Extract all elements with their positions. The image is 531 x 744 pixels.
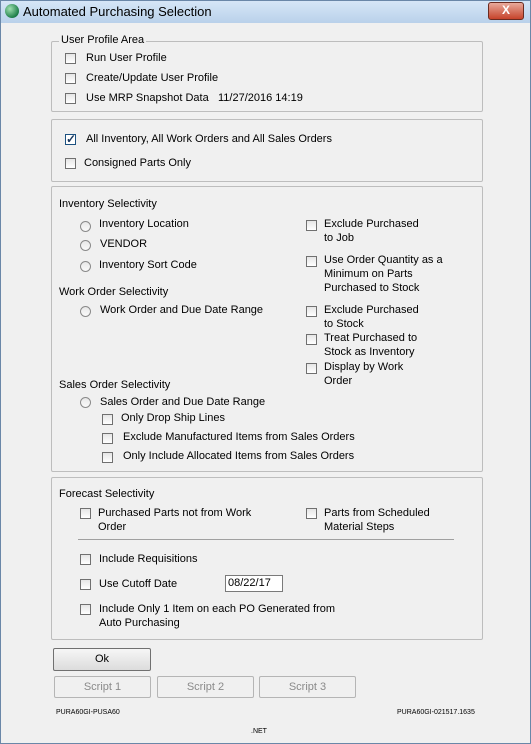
sales-order-selectivity-heading: Sales Order Selectivity [59, 379, 171, 391]
purchased-parts-label-1: Purchased Parts not from Work [98, 507, 252, 519]
only-drop-ship-label: Only Drop Ship Lines [121, 412, 225, 424]
script1-button[interactable]: Script 1 [54, 676, 151, 698]
snapshot-timestamp: 11/27/2016 14:19 [218, 92, 303, 104]
only-allocated-label: Only Include Allocated Items from Sales … [123, 450, 355, 462]
run-user-profile-label: Run User Profile [86, 52, 167, 64]
display-by-wo-checkbox[interactable] [306, 363, 317, 374]
parts-scheduled-label-2: Material Steps [324, 521, 395, 533]
run-user-profile-checkbox[interactable] [65, 53, 76, 64]
inventory-location-label: Inventory Location [99, 218, 189, 230]
create-user-profile-label: Create/Update User Profile [86, 72, 219, 84]
inventory-sort-code-label: Inventory Sort Code [99, 259, 197, 271]
exclude-manufactured-label: Exclude Manufactured Items from Sales Or… [123, 431, 355, 443]
treat-purchased-label-1: Treat Purchased to [324, 332, 418, 344]
forecast-separator [78, 539, 454, 540]
use-mrp-snapshot-label: Use MRP Snapshot Data [86, 92, 209, 104]
forecast-selectivity-heading: Forecast Selectivity [59, 488, 155, 500]
use-cutoff-date-checkbox[interactable] [80, 579, 91, 590]
app-window: Automated Purchasing Selection X User Pr… [0, 0, 531, 744]
window-title: Automated Purchasing Selection [23, 4, 212, 19]
exclude-purchased-stock-label-1: Exclude Purchased [324, 304, 419, 316]
parts-scheduled-checkbox[interactable] [306, 508, 317, 519]
use-order-qty-label-1: Use Order Quantity as a [324, 254, 443, 266]
user-profile-legend: User Profile Area [59, 34, 147, 46]
exclude-purchased-stock-checkbox[interactable] [306, 306, 317, 317]
all-inventory-checkbox[interactable] [65, 132, 76, 146]
display-by-wo-label-1: Display by Work [324, 361, 404, 373]
treat-purchased-label-2: Stock as Inventory [324, 346, 415, 358]
include-requisitions-label: Include Requisitions [99, 553, 198, 565]
exclude-purchased-job-checkbox[interactable] [306, 220, 317, 231]
use-order-qty-label-2: Minimum on Parts [324, 268, 413, 280]
use-cutoff-date-label: Use Cutoff Date [99, 578, 178, 590]
footer-left-code: PURA60GI-PUSA60 [56, 709, 120, 716]
purchased-parts-label-2: Order [98, 521, 127, 533]
include-only-one-label-1: Include Only 1 Item on each PO Generated… [99, 603, 336, 615]
display-by-wo-label-2: Order [324, 375, 353, 387]
dialog-body: User Profile Area Run User Profile Creat… [8, 24, 523, 741]
create-user-profile-checkbox[interactable] [65, 73, 76, 84]
include-only-one-checkbox[interactable] [80, 604, 91, 615]
all-inventory-label: All Inventory, All Work Orders and All S… [86, 133, 332, 145]
cutoff-date-field[interactable]: 08/22/17 [225, 575, 283, 592]
vendor-label: VENDOR [100, 238, 148, 250]
footer-right-code: PURA60GI-021517.1635 [397, 709, 475, 716]
script2-button[interactable]: Script 2 [157, 676, 254, 698]
exclude-purchased-job-label-2: to Job [324, 232, 354, 244]
purchased-parts-checkbox[interactable] [80, 508, 91, 519]
only-drop-ship-checkbox[interactable] [102, 414, 113, 425]
include-requisitions-checkbox[interactable] [80, 554, 91, 565]
exclude-purchased-stock-label-2: to Stock [324, 318, 364, 330]
exclude-manufactured-checkbox[interactable] [102, 433, 113, 444]
use-order-qty-checkbox[interactable] [306, 256, 317, 267]
title-bar: Automated Purchasing Selection X [1, 1, 530, 23]
only-allocated-checkbox[interactable] [102, 452, 113, 463]
work-order-due-date-label: Work Order and Due Date Range [100, 304, 264, 316]
use-order-qty-label-3: Purchased to Stock [324, 282, 420, 294]
consigned-parts-label: Consigned Parts Only [84, 157, 191, 169]
consigned-parts-checkbox[interactable] [65, 158, 76, 169]
sales-order-due-date-radio[interactable] [80, 397, 91, 408]
parts-scheduled-label-1: Parts from Scheduled [324, 507, 430, 519]
inventory-location-radio[interactable] [80, 221, 91, 232]
inventory-sort-code-radio[interactable] [80, 261, 91, 272]
scope-group [51, 119, 483, 182]
use-mrp-snapshot-checkbox[interactable] [65, 93, 76, 104]
script3-button[interactable]: Script 3 [259, 676, 356, 698]
sales-order-due-date-label: Sales Order and Due Date Range [100, 396, 266, 408]
include-only-one-label-2: Auto Purchasing [99, 617, 180, 629]
ok-button[interactable]: Ok [53, 648, 151, 671]
work-order-selectivity-heading: Work Order Selectivity [59, 286, 169, 298]
treat-purchased-checkbox[interactable] [306, 334, 317, 345]
vendor-radio[interactable] [80, 240, 91, 251]
close-button[interactable]: X [488, 2, 524, 20]
inventory-selectivity-heading: Inventory Selectivity [59, 198, 157, 210]
exclude-purchased-job-label-1: Exclude Purchased [324, 218, 419, 230]
footer-platform: .NET [251, 728, 267, 735]
app-globe-icon [5, 4, 19, 18]
work-order-due-date-radio[interactable] [80, 306, 91, 317]
